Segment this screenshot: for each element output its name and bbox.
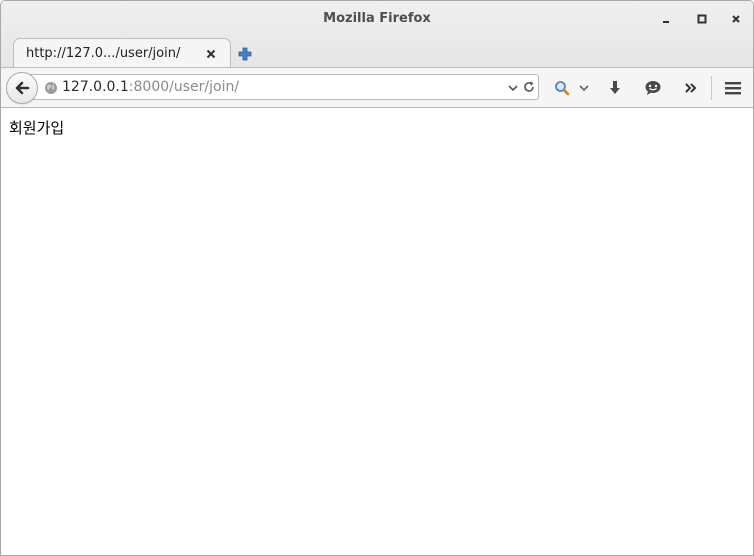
reload-icon[interactable] bbox=[522, 80, 536, 94]
plus-icon bbox=[238, 47, 252, 61]
maximize-icon bbox=[697, 14, 707, 24]
search-icon bbox=[555, 81, 570, 96]
new-tab-button[interactable] bbox=[236, 45, 254, 63]
tab-user-join[interactable]: http://127.0.../user/join/ bbox=[13, 38, 231, 68]
overflow-button[interactable] bbox=[682, 79, 700, 97]
download-icon bbox=[610, 81, 620, 94]
menu-button[interactable] bbox=[723, 79, 743, 97]
back-button[interactable] bbox=[6, 72, 38, 104]
navigation-toolbar: 127.0.0.1:8000/user/join/ bbox=[1, 67, 753, 108]
close-icon bbox=[206, 49, 216, 59]
title-bar: Mozilla Firefox bbox=[1, 1, 753, 37]
window-title: Mozilla Firefox bbox=[323, 11, 431, 26]
downloads-button[interactable] bbox=[606, 79, 624, 97]
url-text[interactable]: 127.0.0.1:8000/user/join/ bbox=[62, 79, 239, 95]
hamburger-menu-icon bbox=[725, 82, 741, 95]
tab-close-button[interactable] bbox=[204, 47, 218, 61]
chat-icon bbox=[645, 81, 661, 95]
chevron-double-right-icon bbox=[685, 83, 697, 93]
search-button[interactable] bbox=[553, 79, 571, 97]
chevron-down-icon[interactable] bbox=[506, 81, 520, 95]
page-content: 회원가입 bbox=[1, 108, 753, 555]
page-heading: 회원가입 bbox=[9, 119, 65, 137]
chevron-down-icon bbox=[579, 85, 589, 92]
minimize-icon bbox=[663, 21, 669, 23]
chat-button[interactable] bbox=[643, 79, 663, 97]
browser-window: Mozilla Firefox http://127.0.../user/joi… bbox=[0, 0, 754, 556]
maximize-button[interactable] bbox=[693, 10, 711, 28]
url-path: :8000/user/join/ bbox=[128, 79, 240, 95]
minimize-button[interactable] bbox=[657, 10, 675, 28]
toolbar-separator bbox=[711, 76, 712, 100]
tab-label: http://127.0.../user/join/ bbox=[26, 46, 181, 61]
window-chrome: Mozilla Firefox http://127.0.../user/joi… bbox=[1, 1, 753, 68]
search-engine-dropdown[interactable] bbox=[577, 79, 591, 97]
globe-icon bbox=[45, 82, 57, 94]
back-arrow-icon bbox=[15, 81, 30, 95]
close-window-button[interactable] bbox=[727, 10, 745, 28]
close-icon bbox=[732, 15, 740, 23]
url-host: 127.0.0.1 bbox=[62, 79, 129, 95]
url-bar[interactable]: 127.0.0.1:8000/user/join/ bbox=[23, 74, 539, 100]
